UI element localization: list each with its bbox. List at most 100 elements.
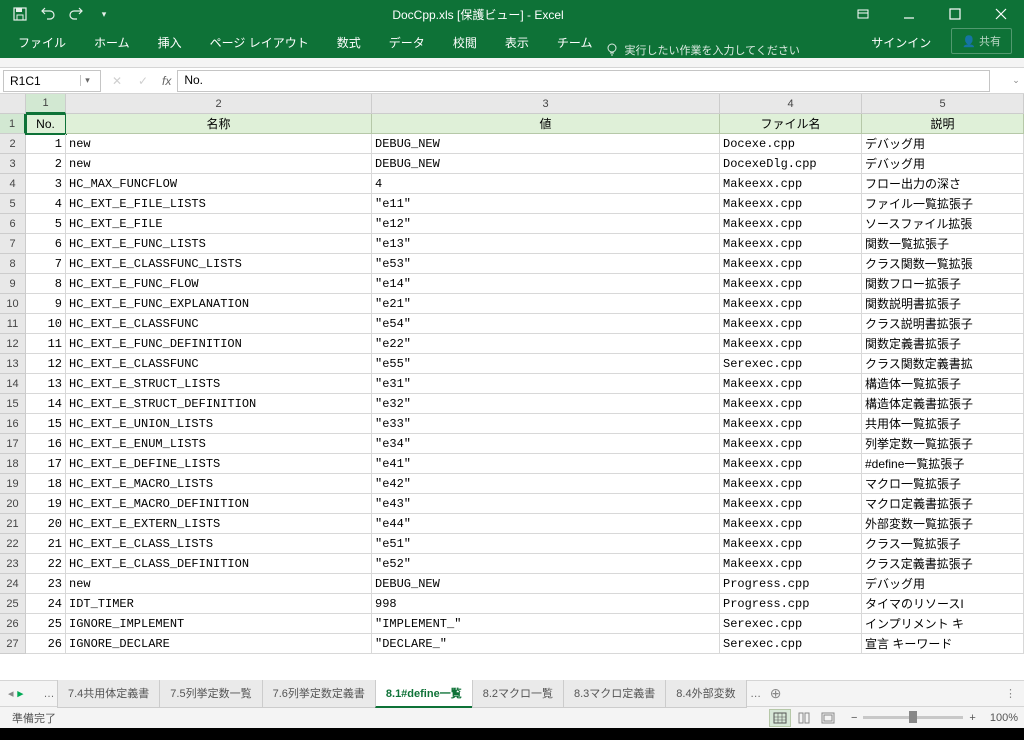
cell[interactable]: 関数一覧拡張子 [862,234,1024,254]
cell[interactable]: 24 [26,594,66,614]
col-header-2[interactable]: 2 [66,94,372,114]
minimize-button[interactable] [886,0,932,28]
row-header-27[interactable]: 27 [0,634,26,654]
cell[interactable]: Makeexx.cpp [720,394,862,414]
page-layout-view-button[interactable] [793,709,815,727]
row-header-15[interactable]: 15 [0,394,26,414]
close-button[interactable] [978,0,1024,28]
header-cell[interactable]: 値 [372,114,720,134]
cell[interactable]: HC_EXT_E_DEFINE_LISTS [66,454,372,474]
tell-me-box[interactable]: 実行したい作業を入力してください [606,42,799,58]
cell[interactable]: Serexec.cpp [720,614,862,634]
cell[interactable]: デバッグ用 [862,134,1024,154]
cell[interactable]: "e33" [372,414,720,434]
row-header-14[interactable]: 14 [0,374,26,394]
cell[interactable]: DEBUG_NEW [372,574,720,594]
row-header-13[interactable]: 13 [0,354,26,374]
cell[interactable]: "IMPLEMENT_" [372,614,720,634]
header-cell[interactable]: 名称 [66,114,372,134]
cell[interactable]: 22 [26,554,66,574]
cell[interactable]: IGNORE_IMPLEMENT [66,614,372,634]
spreadsheet-grid[interactable]: 12345 1234567891011121314151617181920212… [0,94,1024,680]
cell[interactable]: "e43" [372,494,720,514]
ribbon-tab-2[interactable]: 挿入 [144,27,196,58]
cell[interactable]: 14 [26,394,66,414]
cell[interactable]: "e11" [372,194,720,214]
cell[interactable]: "e31" [372,374,720,394]
row-header-21[interactable]: 21 [0,514,26,534]
cell[interactable]: "e22" [372,334,720,354]
redo-button[interactable] [64,2,88,26]
cell[interactable]: Makeexx.cpp [720,514,862,534]
cell[interactable]: "e34" [372,434,720,454]
cell[interactable]: デバッグ用 [862,574,1024,594]
cell[interactable]: Makeexx.cpp [720,474,862,494]
row-header-10[interactable]: 10 [0,294,26,314]
cell[interactable]: マクロ一覧拡張子 [862,474,1024,494]
cell[interactable]: 12 [26,354,66,374]
cell[interactable]: "e44" [372,514,720,534]
cell[interactable]: Makeexx.cpp [720,274,862,294]
cell[interactable]: IDT_TIMER [66,594,372,614]
cell[interactable]: DEBUG_NEW [372,134,720,154]
header-cell[interactable]: No. [26,114,66,134]
cell[interactable]: "e14" [372,274,720,294]
row-header-9[interactable]: 9 [0,274,26,294]
cell[interactable]: Makeexx.cpp [720,234,862,254]
cells[interactable]: No.名称値ファイル名説明1newDEBUG_NEWDocexe.cppデバッグ… [26,114,1024,654]
cell[interactable]: クラス関数一覧拡張 [862,254,1024,274]
cell[interactable]: デバッグ用 [862,154,1024,174]
select-all-button[interactable] [0,94,26,114]
col-header-4[interactable]: 4 [720,94,862,114]
cell[interactable]: 共用体一覧拡張子 [862,414,1024,434]
zoom-thumb[interactable] [909,711,917,723]
cell[interactable]: クラス定義書拡張子 [862,554,1024,574]
row-header-1[interactable]: 1 [0,114,26,134]
cell[interactable]: 21 [26,534,66,554]
name-box[interactable]: R1C1 ▾ [3,70,101,92]
cell[interactable]: DocexeDlg.cpp [720,154,862,174]
cell[interactable]: Makeexx.cpp [720,314,862,334]
cell[interactable]: HC_EXT_E_FUNC_FLOW [66,274,372,294]
cell[interactable]: Makeexx.cpp [720,174,862,194]
row-header-23[interactable]: 23 [0,554,26,574]
cell[interactable]: 6 [26,234,66,254]
cell[interactable]: "e54" [372,314,720,334]
ribbon-tab-5[interactable]: データ [375,27,439,58]
normal-view-button[interactable] [769,709,791,727]
maximize-button[interactable] [932,0,978,28]
cell[interactable]: 8 [26,274,66,294]
cell[interactable]: HC_EXT_E_UNION_LISTS [66,414,372,434]
header-cell[interactable]: ファイル名 [720,114,862,134]
cell[interactable]: HC_EXT_E_CLASS_DEFINITION [66,554,372,574]
name-box-dropdown[interactable]: ▾ [80,75,94,86]
cell[interactable]: HC_EXT_E_EXTERN_LISTS [66,514,372,534]
row-header-11[interactable]: 11 [0,314,26,334]
sheet-nav-prev[interactable]: ◂ [8,687,14,700]
zoom-out-button[interactable]: − [851,712,857,724]
cell[interactable]: ファイル一覧拡張子 [862,194,1024,214]
cell[interactable]: 4 [26,194,66,214]
cell[interactable]: HC_EXT_E_CLASSFUNC [66,354,372,374]
cell[interactable]: 18 [26,474,66,494]
cell[interactable]: Makeexx.cpp [720,334,862,354]
row-header-18[interactable]: 18 [0,454,26,474]
cell[interactable]: "e21" [372,294,720,314]
cell[interactable]: 9 [26,294,66,314]
ribbon-tab-4[interactable]: 数式 [323,27,375,58]
cell[interactable]: 11 [26,334,66,354]
page-break-view-button[interactable] [817,709,839,727]
cell[interactable]: 関数説明書拡張子 [862,294,1024,314]
row-header-8[interactable]: 8 [0,254,26,274]
cell[interactable]: 構造体一覧拡張子 [862,374,1024,394]
row-header-25[interactable]: 25 [0,594,26,614]
expand-formula-bar-button[interactable]: ⌄ [1008,75,1024,86]
cell[interactable]: 4 [372,174,720,194]
row-header-19[interactable]: 19 [0,474,26,494]
col-header-1[interactable]: 1 [26,94,66,114]
row-header-20[interactable]: 20 [0,494,26,514]
cell[interactable]: 25 [26,614,66,634]
cell[interactable]: 2 [26,154,66,174]
row-header-26[interactable]: 26 [0,614,26,634]
cell[interactable]: 17 [26,454,66,474]
